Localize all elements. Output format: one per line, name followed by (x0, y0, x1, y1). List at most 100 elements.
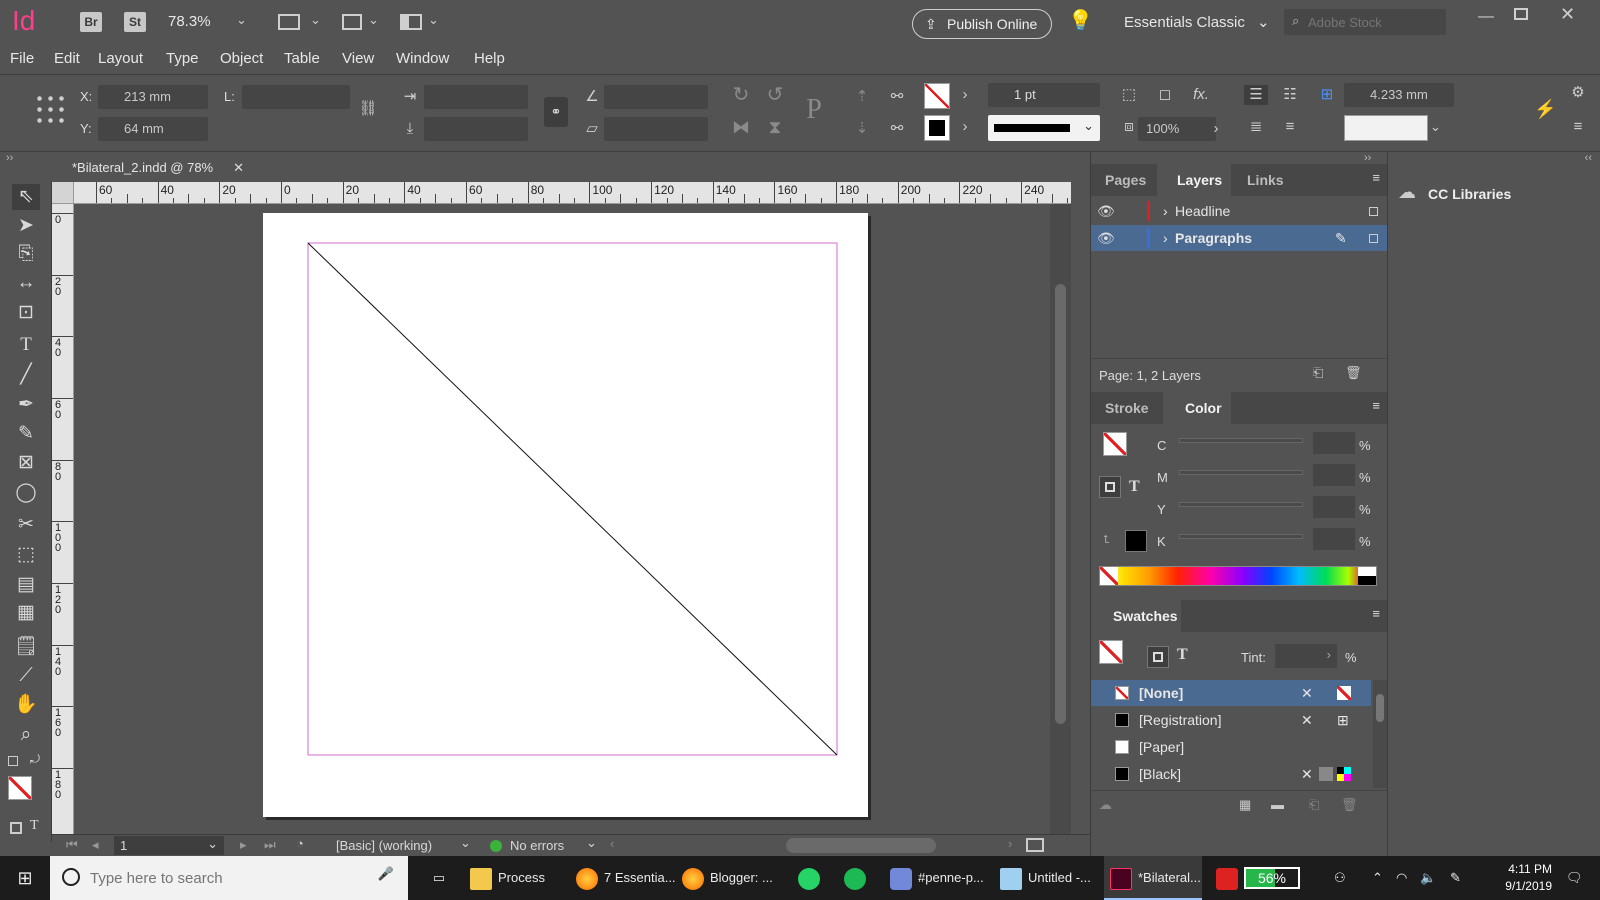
swatches-fill-swatch[interactable] (1099, 640, 1123, 664)
selection-tool-icon[interactable]: ⇖ (12, 184, 40, 210)
swatch-row-registration[interactable]: [Registration] ✕ ⊞ (1091, 707, 1371, 733)
screen-mode-icon[interactable] (342, 14, 362, 30)
expand-arrow-icon[interactable]: › (1163, 225, 1168, 251)
fill-menu-arrow-icon[interactable]: › (956, 85, 974, 105)
delete-swatch-icon[interactable]: 🗑 (1341, 797, 1358, 813)
antivirus-icon[interactable] (1216, 856, 1240, 900)
gap-tool-icon[interactable]: ↔ (12, 270, 40, 296)
color-spectrum-ramp[interactable] (1099, 566, 1377, 586)
clock[interactable]: 4:11 PM 9/1/2019 (1480, 861, 1552, 895)
swatch-row-paper[interactable]: [Paper] (1091, 734, 1371, 760)
drop-shadow-icon[interactable]: ◻ (1154, 85, 1176, 105)
new-layer-icon[interactable]: ⎗ (1313, 365, 1323, 381)
panel-menu-icon[interactable]: ≡ (1372, 606, 1380, 621)
collapse-tools-icon[interactable]: ›› (6, 152, 13, 164)
link-icon[interactable]: ⚭ (544, 97, 568, 127)
select-container-icon[interactable]: ⇡ (852, 87, 872, 107)
rectangle-frame-tool-icon[interactable]: ⊠ (12, 450, 40, 476)
taskbar-search-box[interactable]: 🎤 (50, 856, 408, 900)
swatch-row-none[interactable]: [None] ✕ (1091, 680, 1371, 706)
scroll-right-icon[interactable]: › (1008, 836, 1012, 851)
stock-button[interactable]: St (124, 12, 146, 32)
new-color-group-icon[interactable]: ▬ (1271, 797, 1284, 812)
document-tab[interactable]: *Bilateral_2.indd @ 78% ✕ (68, 154, 262, 182)
cc-libraries-sync-icon[interactable]: ☁ (1099, 797, 1112, 813)
page-number-field[interactable]: 1 ⌄ (114, 836, 224, 855)
pencil-tool-icon[interactable]: ✎ (12, 421, 40, 447)
lightbulb-icon[interactable]: 💡 (1068, 8, 1093, 33)
eyedropper-tool-icon[interactable]: ⟋ (12, 663, 40, 689)
free-transform-tool-icon[interactable]: ⬚ (12, 542, 40, 568)
color-fill-swatch[interactable] (1103, 432, 1127, 456)
menu-edit[interactable]: Edit (54, 50, 80, 67)
flip-vertical-icon[interactable]: ⧗ (764, 117, 786, 137)
delete-layer-icon[interactable]: 🗑 (1345, 365, 1362, 381)
eye-icon[interactable]: 👁 (1097, 225, 1115, 251)
menu-layout[interactable]: Layout (98, 50, 143, 67)
previous-page-icon[interactable]: ◂ (92, 837, 99, 853)
align-columns-icon[interactable]: ☷ (1278, 85, 1302, 105)
layer-row-headline[interactable]: 👁 › Headline (1091, 198, 1388, 224)
expand-arrow-icon[interactable]: › (1163, 198, 1168, 224)
cc-libraries-tab[interactable]: ☁ CC Libraries (1388, 176, 1600, 212)
y-position-field[interactable]: 64 mm (98, 117, 208, 141)
rotate-ccw-icon[interactable]: ↺ (764, 85, 786, 105)
swatches-scroll-thumb[interactable] (1376, 694, 1384, 722)
chevron-down-icon[interactable]: ⌄ (460, 835, 471, 851)
channel-m-field[interactable] (1313, 464, 1355, 486)
ellipse-tool-icon[interactable]: ◯ (12, 480, 40, 506)
restore-icon[interactable] (1514, 8, 1528, 20)
next-page-icon[interactable]: ▸ (240, 837, 247, 853)
zoom-level[interactable]: 78.3% (168, 13, 211, 30)
chevron-down-icon[interactable]: ⌄ (1430, 119, 1441, 135)
x-position-field[interactable]: 213 mm (98, 85, 208, 109)
preflight-profile[interactable]: [Basic] (working) (336, 838, 432, 853)
page-tool-icon[interactable]: ⎘ (12, 241, 40, 267)
start-button[interactable]: ⊞ (0, 856, 50, 900)
white-color-chip[interactable] (1358, 567, 1376, 576)
taskbar-app-discord[interactable]: #penne-p... (890, 856, 990, 900)
gradient-swatch-tool-icon[interactable]: ▤ (12, 572, 40, 598)
close-tab-icon[interactable]: ✕ (233, 154, 244, 182)
menu-help[interactable]: Help (474, 50, 505, 67)
layer-row-paragraphs[interactable]: 👁 › Paragraphs ✎ (1091, 225, 1388, 251)
column-width-field[interactable] (1344, 115, 1428, 141)
swatches-scrollbar[interactable] (1373, 680, 1387, 788)
formatting-text-icon[interactable]: T (30, 818, 39, 834)
arrange-dropdown-icon[interactable]: ⌄ (428, 12, 439, 28)
swap-fill-stroke-icon[interactable]: ⤾ (30, 752, 40, 767)
taskbar-app-untitled[interactable]: Untitled -... (1000, 856, 1100, 900)
pasteboard[interactable] (74, 204, 1071, 834)
fx-effects-icon[interactable]: fx. (1188, 85, 1214, 105)
container-format-icon[interactable] (1099, 476, 1121, 498)
whatsapp-icon[interactable] (798, 856, 826, 900)
stroke-menu-arrow-icon[interactable]: › (956, 117, 974, 137)
default-fill-stroke-icon[interactable] (8, 756, 18, 766)
spotify-icon[interactable] (844, 856, 872, 900)
taskbar-app-firefox-1[interactable]: 7 Essentia... (576, 856, 676, 900)
reference-point-icon[interactable] (34, 93, 66, 125)
adobe-stock-search[interactable]: ⌕ (1284, 9, 1446, 35)
screen-mode-dropdown-icon[interactable]: ⌄ (368, 12, 379, 28)
task-view-icon[interactable]: ▭ (424, 856, 454, 900)
rotate-cw-icon[interactable]: ↻ (730, 85, 752, 105)
channel-c-slider[interactable] (1179, 438, 1303, 443)
menu-window[interactable]: Window (396, 50, 449, 67)
type-tool-icon[interactable]: T (12, 332, 40, 358)
stroke-swatch-black[interactable] (924, 115, 950, 141)
scissors-tool-icon[interactable]: ✂ (12, 512, 40, 538)
battery-indicator[interactable]: 56% (1244, 867, 1300, 889)
minimize-icon[interactable]: — (1478, 8, 1494, 26)
content-collector-icon[interactable]: ⊡ (12, 300, 40, 326)
constrain-proportions-icon[interactable]: ⛓ (358, 99, 378, 119)
flip-horizontal-icon[interactable]: ⧓ (730, 117, 752, 137)
quick-apply-icon[interactable]: ⚡ (1534, 99, 1556, 119)
taskbar-app-indesign[interactable]: *Bilateral... (1104, 856, 1202, 900)
taskbar-app-firefox-2[interactable]: Blogger: ... (682, 856, 782, 900)
fill-swatch-none[interactable] (924, 83, 950, 109)
last-page-icon[interactable]: ⏭ (264, 837, 276, 853)
align-bottom-icon[interactable]: ≡ (1278, 117, 1302, 137)
tint-arrow-icon[interactable]: › (1327, 647, 1331, 662)
none-color-chip[interactable] (1100, 567, 1118, 585)
select-previous-object-icon[interactable]: ⚯ (884, 87, 910, 107)
